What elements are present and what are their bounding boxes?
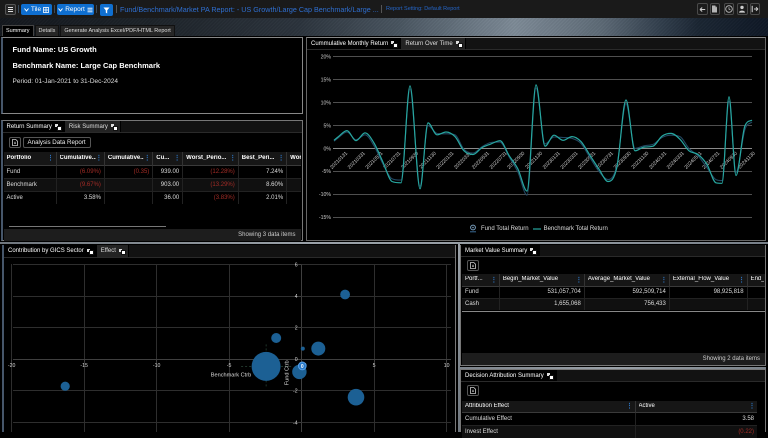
svg-text:4: 4 — [295, 294, 298, 300]
svg-text:10: 10 — [444, 363, 450, 369]
svg-text:-2: -2 — [293, 389, 298, 395]
svg-text:-5%: -5% — [322, 169, 332, 175]
svg-text:0: 0 — [301, 364, 304, 370]
svg-text:20220131: 20220131 — [435, 151, 455, 171]
svg-text:0%: 0% — [324, 146, 332, 152]
svg-text:20221130: 20221130 — [524, 151, 544, 171]
svg-text:5: 5 — [373, 363, 376, 369]
svg-text:-5: -5 — [227, 363, 232, 369]
svg-text:-4: -4 — [293, 420, 298, 426]
svg-text:20240930: 20240930 — [719, 151, 739, 171]
svg-text:Benchmark Ctrb: Benchmark Ctrb — [211, 372, 251, 378]
svg-text:2: 2 — [295, 326, 298, 332]
svg-text:20231130: 20231130 — [631, 151, 651, 171]
svg-text:0: 0 — [295, 357, 298, 363]
svg-text:Fund Ctrb: Fund Ctrb — [285, 360, 291, 385]
svg-text:20230131: 20230131 — [542, 151, 562, 171]
svg-text:5%: 5% — [324, 123, 332, 129]
svg-text:15%: 15% — [321, 78, 332, 84]
svg-text:20240331: 20240331 — [666, 151, 686, 171]
svg-text:-15: -15 — [80, 363, 88, 369]
svg-text:20220930: 20220930 — [506, 151, 526, 171]
svg-text:-10%: -10% — [319, 192, 331, 198]
svg-text:20230331: 20230331 — [560, 151, 580, 171]
svg-text:-20: -20 — [8, 363, 16, 369]
svg-text:20%: 20% — [321, 55, 332, 61]
svg-text:20210131: 20210131 — [329, 151, 349, 171]
svg-text:6: 6 — [295, 262, 298, 268]
svg-text:10%: 10% — [321, 101, 332, 107]
svg-text:20220331: 20220331 — [453, 151, 473, 171]
svg-text:20220731: 20220731 — [489, 151, 509, 171]
svg-text:20240131: 20240131 — [648, 151, 668, 171]
svg-text:20220531: 20220531 — [471, 151, 491, 171]
svg-text:-10: -10 — [153, 363, 161, 369]
svg-text:-15%: -15% — [319, 215, 331, 221]
svg-text:20240531: 20240531 — [684, 151, 704, 171]
svg-text:20230930: 20230930 — [613, 151, 633, 171]
svg-text:20210331: 20210331 — [347, 151, 367, 171]
